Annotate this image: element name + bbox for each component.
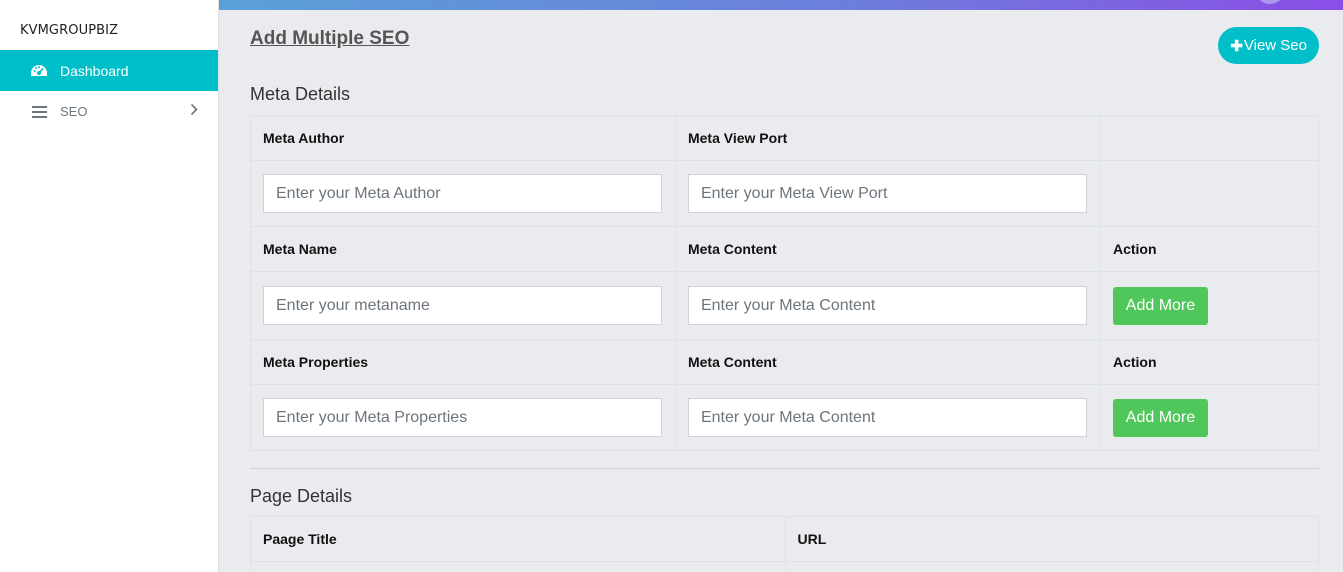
section-divider (250, 468, 1319, 469)
page-title: Add Multiple SEO (250, 28, 410, 49)
meta-author-input[interactable]: Enter your Meta Author (263, 174, 662, 213)
empty-cell (1099, 115, 1320, 161)
empty-cell (1099, 160, 1320, 227)
dashboard-icon (30, 62, 48, 80)
meta-content-input[interactable]: Enter your Meta Content (687, 286, 1087, 325)
chevron-right-icon (190, 103, 198, 119)
meta-author-label: Meta Author (250, 115, 676, 161)
sidebar-item-label: SEO (60, 104, 88, 119)
meta-viewport-input[interactable]: Enter your Meta View Port (687, 174, 1087, 213)
top-gradient-bar (219, 0, 1343, 10)
meta-viewport-label: Meta View Port (674, 115, 1101, 161)
view-seo-label: View Seo (1243, 37, 1307, 54)
page-details-table: Paage Title URL (250, 516, 1319, 572)
meta-content-label: Meta Content (674, 339, 1101, 385)
add-more-button[interactable]: Add More (1112, 398, 1208, 437)
sidebar-item-dashboard[interactable]: Dashboard (0, 50, 218, 91)
url-cell (784, 561, 1319, 572)
meta-name-label: Meta Name (250, 226, 676, 272)
page-title-cell (250, 561, 786, 572)
page-title-label: Paage Title (250, 516, 786, 562)
meta-content-input[interactable]: Enter your Meta Content (687, 398, 1087, 437)
add-more-button[interactable]: Add More (1112, 286, 1208, 325)
action-label: Action (1099, 339, 1320, 385)
action-label: Action (1099, 226, 1320, 272)
brand-name[interactable]: KVMGROUPBIZ (0, 0, 218, 50)
sidebar-item-label: Dashboard (60, 62, 129, 79)
meta-details-table: Meta Author Meta View Port Enter your Me… (250, 115, 1320, 451)
meta-content-label: Meta Content (674, 226, 1101, 272)
plus-icon: ✚ (1230, 37, 1243, 55)
meta-name-input[interactable]: Enter your metaname (263, 286, 662, 325)
url-label: URL (784, 516, 1319, 562)
menu-icon (30, 103, 48, 121)
sidebar: KVMGROUPBIZ Dashboard SEO (0, 0, 219, 572)
meta-details-title: Meta Details (250, 84, 351, 104)
view-seo-button[interactable]: ✚ View Seo (1218, 27, 1319, 64)
meta-properties-input[interactable]: Enter your Meta Properties (263, 398, 662, 437)
avatar[interactable] (1255, 0, 1285, 4)
meta-properties-label: Meta Properties (250, 339, 676, 385)
page-details-title: Page Details (250, 486, 353, 506)
sidebar-item-seo[interactable]: SEO (0, 91, 218, 132)
